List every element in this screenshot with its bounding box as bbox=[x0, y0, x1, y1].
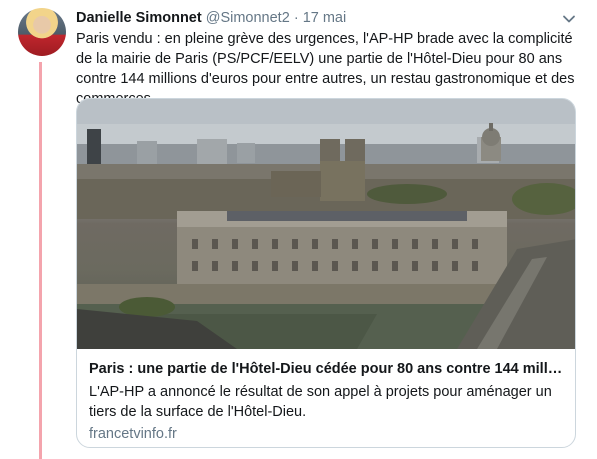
thread-line bbox=[39, 62, 42, 459]
separator-dot: · bbox=[293, 10, 299, 26]
tweet-text: Paris vendu : en pleine grève des urgenc… bbox=[76, 31, 575, 107]
link-card[interactable]: Paris : une partie de l'Hôtel-Dieu cédée… bbox=[76, 98, 576, 448]
tweet[interactable]: Danielle Simonnet @Simonnet2 · 17 mai Pa… bbox=[0, 0, 597, 459]
city-photo bbox=[77, 99, 575, 349]
tweet-date[interactable]: 17 mai bbox=[303, 10, 347, 26]
card-description: L'AP-HP a annoncé le résultat de son app… bbox=[89, 384, 552, 420]
card-domain: francetvinfo.fr bbox=[89, 426, 177, 442]
author-name[interactable]: Danielle Simonnet bbox=[76, 10, 202, 26]
author-handle[interactable]: @Simonnet2 bbox=[206, 10, 290, 26]
avatar[interactable] bbox=[18, 8, 66, 56]
card-title: Paris : une partie de l'Hôtel-Dieu cédée… bbox=[89, 361, 565, 377]
tweet-header: Danielle Simonnet @Simonnet2 · 17 mai bbox=[76, 9, 346, 28]
chevron-down-icon[interactable] bbox=[562, 12, 576, 26]
card-image bbox=[77, 99, 575, 349]
